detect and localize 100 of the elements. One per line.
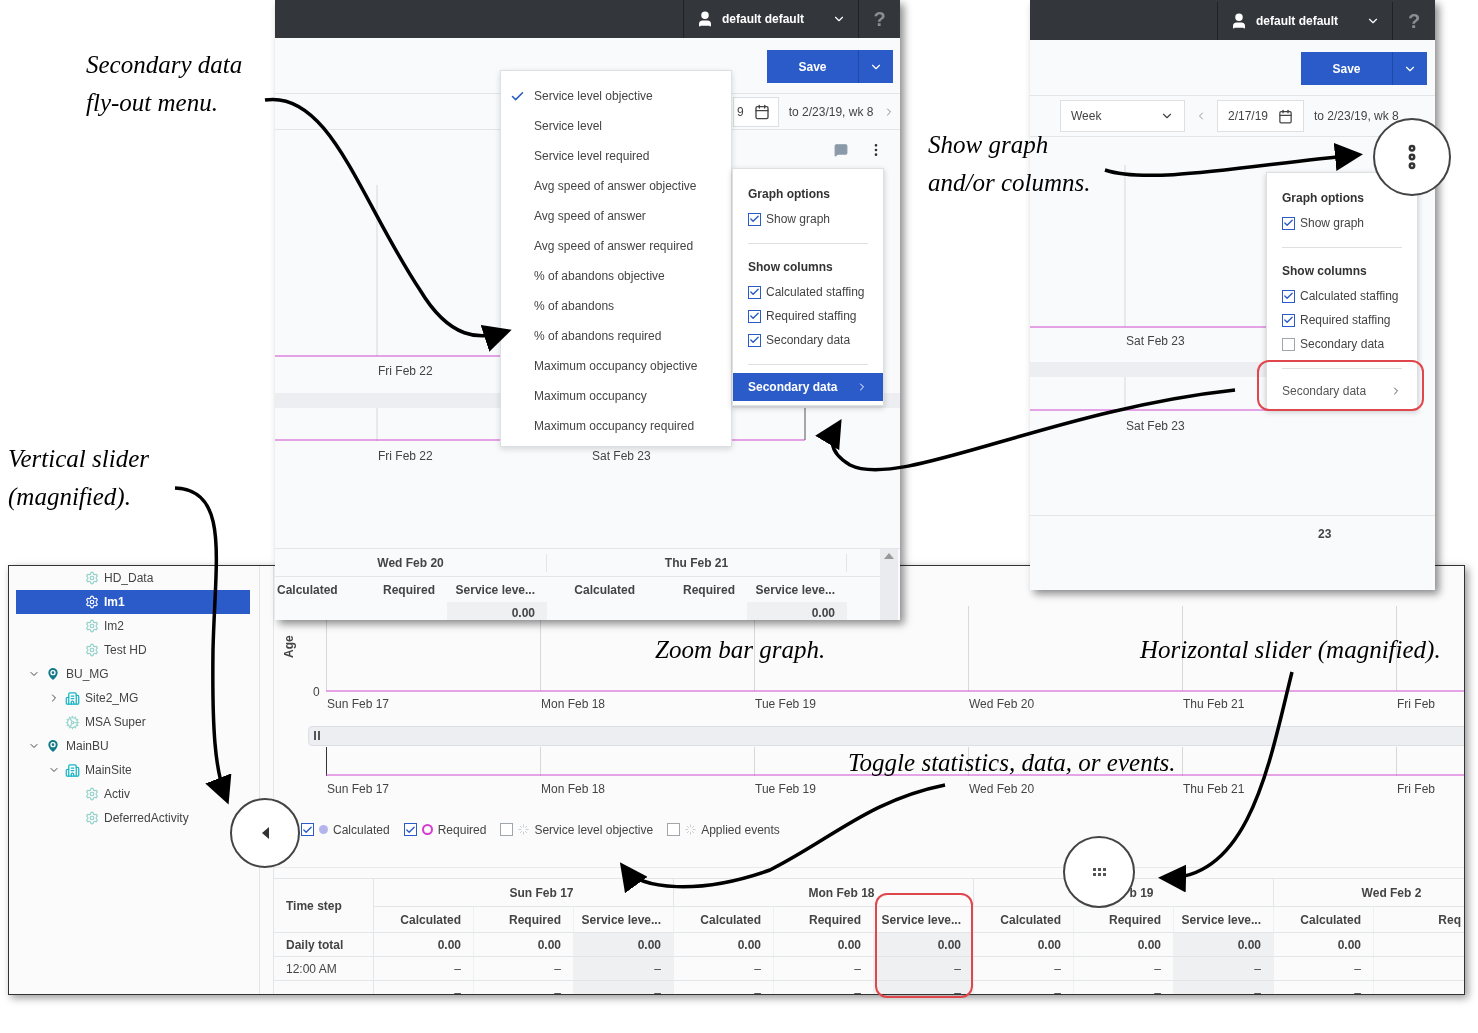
- grip-icon[interactable]: [1092, 868, 1106, 876]
- axis-label: Tue Feb 19: [755, 781, 816, 798]
- checkbox[interactable]: [667, 823, 681, 836]
- annotation-text: Secondary data: [86, 50, 243, 80]
- zoom-handle-icon[interactable]: [314, 731, 320, 740]
- table-cell-text: 0.00: [537, 936, 561, 954]
- table-cell-text: –: [454, 960, 461, 978]
- row-header: 12:00 AM: [286, 960, 337, 978]
- column-header: Req: [1374, 907, 1464, 932]
- annotation-text: and/or columns.: [928, 168, 1091, 198]
- checkbox[interactable]: [748, 285, 761, 299]
- table-cell-text: –: [1054, 960, 1061, 978]
- tree-item[interactable]: HD_Data: [16, 566, 228, 590]
- option-label: Calculated staffing: [766, 284, 865, 301]
- tree-item[interactable]: Im1: [16, 590, 250, 614]
- menu-item[interactable]: % of abandons: [501, 291, 731, 321]
- tree-item[interactable]: DeferredActivity: [16, 806, 228, 830]
- axis-label: Fri Feb: [1397, 781, 1435, 798]
- menu-item[interactable]: Maximum occupancy objective: [501, 351, 731, 381]
- menu-item[interactable]: Service level required: [501, 141, 731, 171]
- user-icon: [696, 10, 714, 28]
- menu-item[interactable]: Avg speed of answer required: [501, 231, 731, 261]
- gear-icon: [85, 571, 99, 585]
- column-header: Calculated: [974, 907, 1074, 932]
- checkbox[interactable]: [748, 212, 761, 226]
- table-cell-text: –: [1154, 984, 1161, 994]
- checkbox[interactable]: [1282, 289, 1295, 303]
- menu-item[interactable]: Maximum occupancy required: [501, 411, 731, 441]
- menu-item[interactable]: Service level: [501, 111, 731, 141]
- table-cell-text: –: [854, 984, 861, 994]
- tree-item[interactable]: Test HD: [16, 638, 228, 662]
- tree-item[interactable]: Site2_MG: [16, 686, 228, 710]
- section-title: Graph options: [748, 186, 831, 203]
- checkbox[interactable]: [748, 333, 761, 347]
- collapse-icon[interactable]: [261, 827, 269, 839]
- column-header: Required: [382, 581, 436, 599]
- date-field[interactable]: 2/17/19: [1217, 100, 1304, 132]
- axis-label: Fri Feb: [1397, 696, 1435, 713]
- checkbox[interactable]: [1282, 313, 1295, 327]
- axis-label: Fri Feb 22: [378, 363, 433, 380]
- row-header: Daily total: [286, 936, 344, 954]
- submenu-item[interactable]: Secondary data: [1267, 377, 1417, 405]
- tree-item[interactable]: MSA Super: [16, 710, 228, 734]
- table-cell-text: –: [754, 960, 761, 978]
- table-cell-text: 0.00: [437, 936, 461, 954]
- menu-item[interactable]: Maximum occupancy: [501, 381, 731, 411]
- table-cell-text: 0.00: [811, 605, 835, 620]
- axis-label: Thu Feb 21: [1183, 696, 1245, 713]
- period-dropdown[interactable]: Week: [1060, 100, 1185, 132]
- axis-label: Mon Feb 18: [541, 696, 606, 713]
- table-cell-text: 0.00: [1337, 936, 1361, 954]
- checkbox[interactable]: [1282, 216, 1295, 230]
- checkbox[interactable]: [500, 823, 514, 836]
- menu-item[interactable]: % of abandons required: [501, 321, 731, 351]
- axis-label: Sun Feb 17: [327, 781, 390, 798]
- option-label: Secondary data: [1300, 336, 1385, 353]
- table-cell-text: –: [1354, 960, 1361, 978]
- tree-item[interactable]: BU_MG: [16, 662, 228, 686]
- tree-item[interactable]: MainBU: [16, 734, 228, 758]
- comment-icon: [834, 143, 848, 157]
- axis-label: Wed Feb 20: [969, 781, 1035, 798]
- axis-tick: 0: [313, 684, 320, 701]
- checkbox[interactable]: [748, 309, 761, 323]
- user-menu[interactable]: default default: [683, 0, 858, 38]
- menu-item[interactable]: Service level objective: [501, 81, 731, 111]
- gear-icon: [85, 619, 99, 633]
- help-button[interactable]: ?: [858, 0, 900, 38]
- tree-item[interactable]: Im2: [16, 614, 228, 638]
- menu-item[interactable]: Avg speed of answer: [501, 201, 731, 231]
- tree-item[interactable]: Activ: [16, 782, 228, 806]
- column-header: Required: [474, 907, 574, 932]
- calendar-icon: [1278, 108, 1293, 124]
- menu-item[interactable]: % of abandons objective: [501, 261, 731, 291]
- column-header: Mon Feb 18: [674, 879, 974, 906]
- section-title: Graph options: [1282, 190, 1365, 207]
- checkbox[interactable]: [1282, 337, 1295, 351]
- scrollbar[interactable]: [880, 549, 898, 620]
- date-field[interactable]: 9: [733, 96, 779, 127]
- checkbox[interactable]: [403, 823, 417, 836]
- submenu-item[interactable]: Secondary data: [733, 373, 883, 401]
- tree-item[interactable]: MainSite: [16, 758, 228, 782]
- table-cell-text: –: [1154, 960, 1161, 978]
- column-header: Calculated: [573, 581, 636, 599]
- save-button[interactable]: Save: [767, 50, 859, 83]
- column-header: Required: [774, 907, 874, 932]
- user-icon: [1230, 12, 1248, 30]
- user-menu[interactable]: default default: [1217, 2, 1392, 40]
- save-button[interactable]: Save: [1301, 52, 1393, 85]
- option-label: Secondary data: [766, 332, 851, 349]
- checkbox[interactable]: [301, 823, 314, 836]
- legend-label: Applied events: [701, 821, 780, 839]
- legend-label: Service level objective: [534, 821, 654, 839]
- table-cell-text: 0.00: [937, 936, 961, 954]
- table-cell-text: 0.00: [1037, 936, 1061, 954]
- axis-label: Mon Feb 18: [541, 781, 606, 798]
- menu-item[interactable]: Avg speed of answer objective: [501, 171, 731, 201]
- help-button[interactable]: ?: [1392, 2, 1435, 40]
- table-cell-text: –: [654, 984, 661, 994]
- axis-title: Age: [281, 635, 297, 658]
- map-pin-icon: [45, 666, 61, 682]
